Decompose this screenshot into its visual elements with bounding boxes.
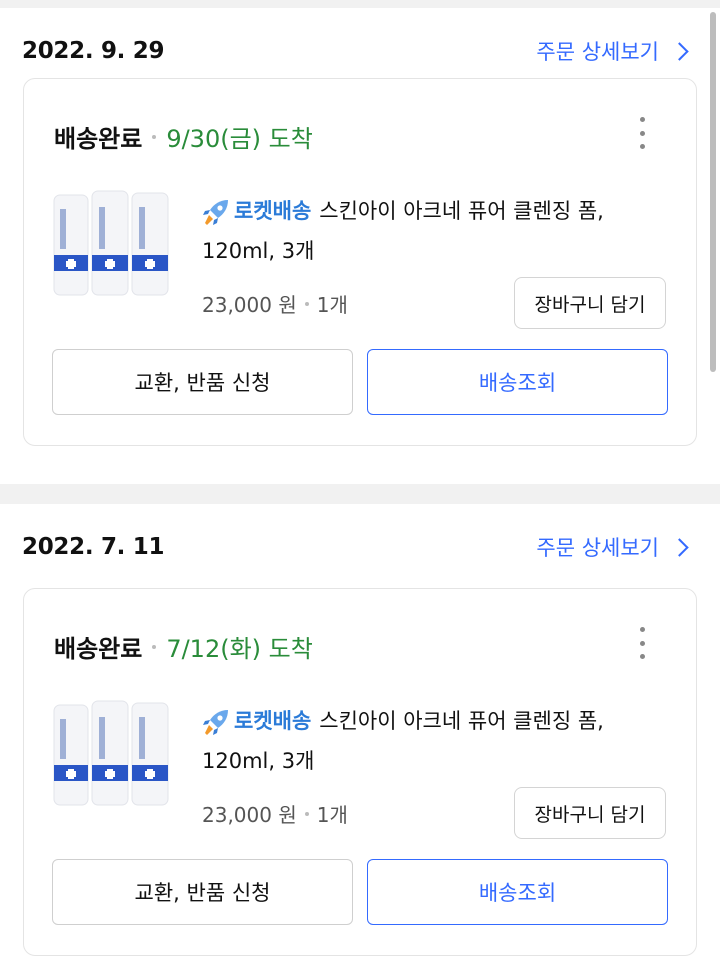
chevron-right-icon bbox=[670, 41, 689, 61]
rocket-icon bbox=[203, 710, 228, 735]
order-card: 배송완료 7/12(화) 도착 로켓배송 스킨아이 아크네 퓨어 클렌징 폼, … bbox=[23, 588, 697, 956]
section-divider bbox=[0, 0, 720, 8]
product-thumbnail[interactable] bbox=[52, 699, 170, 809]
rocket-icon bbox=[203, 200, 228, 225]
arrival-date: 9/30(금) 도착 bbox=[166, 125, 313, 153]
exchange-return-button[interactable]: 교환, 반품 신청 bbox=[52, 349, 353, 415]
track-delivery-button[interactable]: 배송조회 bbox=[367, 859, 668, 925]
order-detail-label: 주문 상세보기 bbox=[536, 536, 659, 560]
delivery-status-row: 배송완료 7/12(화) 도착 bbox=[54, 629, 313, 664]
exchange-return-button[interactable]: 교환, 반품 신청 bbox=[52, 859, 353, 925]
rocket-delivery-label: 로켓배송 bbox=[234, 709, 312, 733]
add-to-cart-button[interactable]: 장바구니 담기 bbox=[514, 277, 666, 329]
order-action-row: 교환, 반품 신청 배송조회 bbox=[52, 349, 668, 415]
product-price: 23,000 원 bbox=[202, 803, 297, 827]
rocket-delivery-label: 로켓배송 bbox=[234, 199, 312, 223]
delivery-status: 배송완료 bbox=[54, 635, 143, 663]
order-date: 2022. 7. 11 bbox=[22, 534, 165, 560]
track-delivery-button[interactable]: 배송조회 bbox=[367, 349, 668, 415]
order-group: 2022. 7. 11 주문 상세보기 배송완료 7/12(화) 도착 로켓배송… bbox=[0, 520, 720, 961]
order-header: 2022. 7. 11 주문 상세보기 bbox=[0, 520, 720, 580]
product-thumbnail[interactable] bbox=[52, 189, 170, 299]
section-divider bbox=[0, 484, 720, 504]
product-quantity: 1개 bbox=[316, 293, 348, 317]
more-vertical-icon[interactable] bbox=[638, 117, 646, 149]
order-card: 배송완료 9/30(금) 도착 로켓배송 스킨아이 아크네 퓨어 클렌징 폼, … bbox=[23, 78, 697, 446]
cleansing-tube-icon bbox=[53, 704, 89, 806]
product-title[interactable]: 로켓배송 스킨아이 아크네 퓨어 클렌징 폼, 120ml, 3개 bbox=[202, 701, 662, 781]
order-group: 2022. 9. 29 주문 상세보기 배송완료 9/30(금) 도착 로켓배송… bbox=[0, 24, 720, 464]
price-row: 23,000 원 1개 bbox=[202, 289, 348, 318]
delivery-status: 배송완료 bbox=[54, 125, 143, 153]
chevron-right-icon bbox=[670, 537, 689, 557]
cleansing-tube-icon bbox=[53, 194, 89, 296]
separator-dot bbox=[304, 301, 309, 306]
order-detail-label: 주문 상세보기 bbox=[536, 40, 659, 64]
add-to-cart-button[interactable]: 장바구니 담기 bbox=[514, 787, 666, 839]
order-date: 2022. 9. 29 bbox=[22, 38, 165, 64]
arrival-date: 7/12(화) 도착 bbox=[166, 635, 313, 663]
product-quantity: 1개 bbox=[316, 803, 348, 827]
more-vertical-icon[interactable] bbox=[638, 627, 646, 659]
order-detail-link[interactable]: 주문 상세보기 bbox=[536, 36, 689, 66]
order-detail-link[interactable]: 주문 상세보기 bbox=[536, 532, 689, 562]
product-price: 23,000 원 bbox=[202, 293, 297, 317]
delivery-status-row: 배송완료 9/30(금) 도착 bbox=[54, 119, 313, 154]
separator-dot bbox=[304, 811, 309, 816]
product-title[interactable]: 로켓배송 스킨아이 아크네 퓨어 클렌징 폼, 120ml, 3개 bbox=[202, 191, 662, 271]
separator-dot bbox=[152, 134, 157, 139]
price-row: 23,000 원 1개 bbox=[202, 799, 348, 828]
order-header: 2022. 9. 29 주문 상세보기 bbox=[0, 24, 720, 84]
separator-dot bbox=[152, 644, 157, 649]
order-action-row: 교환, 반품 신청 배송조회 bbox=[52, 859, 668, 925]
